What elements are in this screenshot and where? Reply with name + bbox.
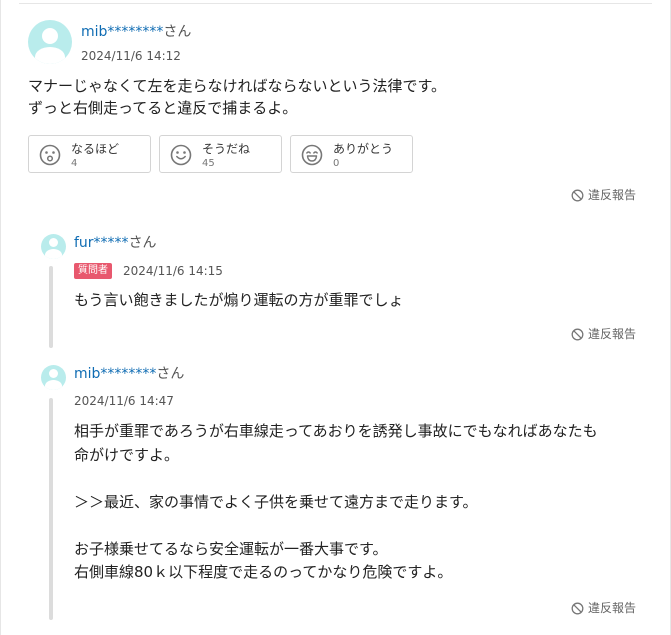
report-link[interactable]: 違反報告 [571, 600, 636, 616]
report-label: 違反報告 [587, 188, 636, 202]
questioner-badge: 質問者 [74, 263, 112, 279]
grin-face-icon [301, 144, 323, 166]
surprised-face-icon [39, 144, 61, 166]
reply-blank-line [74, 514, 598, 538]
ban-icon [571, 602, 584, 615]
smile-face-icon [170, 144, 192, 166]
reaction-label: なるほど [71, 142, 120, 156]
answer-line: ずっと右側走ってると違反で捕まるよ。 [28, 99, 298, 117]
reaction-soudane-button[interactable]: そうだね 45 [159, 135, 282, 173]
reply-line: 相手が重罪であろうが右車線走ってあおりを誘発し事故にでもなればあなたも [74, 422, 598, 440]
reply-blank-line [74, 467, 598, 491]
ban-icon [571, 189, 584, 202]
report-label: 違反報告 [587, 601, 636, 615]
username-link[interactable]: mib********さん [81, 23, 191, 41]
reaction-count: 4 [71, 158, 78, 169]
reply-line: 命がけですよ。 [74, 445, 180, 464]
reaction-count: 0 [333, 158, 340, 169]
divider [19, 3, 652, 4]
reaction-label: そうだね [202, 142, 251, 156]
reaction-label: ありがとう [333, 142, 394, 156]
reaction-arigatou-button[interactable]: ありがとう 0 [290, 135, 413, 173]
avatar[interactable] [41, 365, 66, 390]
username-link[interactable]: fur*****さん [74, 234, 157, 252]
username-link[interactable]: mib********さん [74, 365, 184, 383]
report-link[interactable]: 違反報告 [571, 187, 636, 203]
reaction-count: 45 [202, 158, 215, 169]
reaction-naruhodo-button[interactable]: なるほど 4 [28, 135, 151, 173]
reply-line: 右側車線80ｋ以下程度で走るのってかなり危険ですよ。 [74, 563, 453, 581]
ban-icon [571, 328, 584, 341]
reply-line: お子様乗せてるなら安全運転が一番大事です。 [74, 539, 388, 558]
report-link[interactable]: 違反報告 [571, 326, 636, 342]
timestamp: 2024/11/6 14:47 [74, 394, 174, 408]
timestamp: 2024/11/6 14:15 [123, 264, 223, 278]
answer-body: マナーじゃなくて左を走らなければならないという法律です。 ずっと右側走ってると違… [28, 75, 446, 119]
avatar[interactable] [28, 20, 72, 64]
timestamp: 2024/11/6 14:12 [81, 49, 181, 63]
avatar[interactable] [41, 234, 66, 259]
reply-body: 相手が重罪であろうが右車線走ってあおりを誘発し事故にでもなればあなたも 命がけで… [74, 420, 598, 585]
report-label: 違反報告 [587, 327, 636, 341]
thread-line [49, 266, 53, 348]
reply-line: もう言い飽きましたが煽り運転の方が重罪でしょ [74, 291, 404, 309]
answer-card: mib********さん 2024/11/6 14:12 マナーじゃなくて左を… [0, 0, 671, 635]
reply-line: ＞＞最近、家の事情でよく子供を乗せて遠方まで走ります。 [74, 492, 478, 511]
reply-body: もう言い飽きましたが煽り運転の方が重罪でしょ [74, 289, 404, 313]
thread-line [49, 398, 53, 620]
answer-line: マナーじゃなくて左を走らなければならないという法律です。 [28, 77, 447, 95]
